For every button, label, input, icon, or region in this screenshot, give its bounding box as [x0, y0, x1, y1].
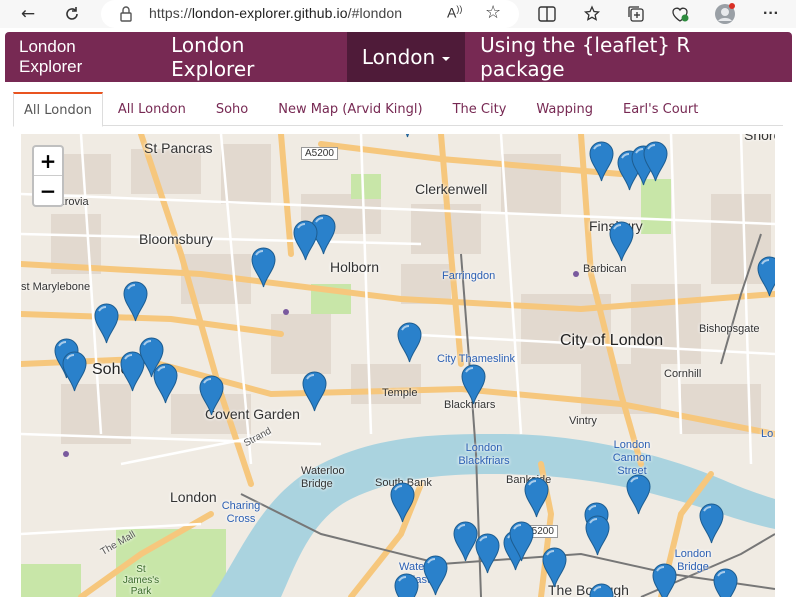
- map-marker-icon[interactable]: [474, 533, 500, 574]
- label-st-james-park: St James's Park: [122, 564, 160, 597]
- label-farringdon: Farringdon: [442, 270, 496, 282]
- map-marker-icon[interactable]: [541, 547, 567, 588]
- lock-icon: [120, 6, 132, 22]
- map-marker-icon[interactable]: [508, 521, 534, 562]
- url-text[interactable]: https://london-explorer.github.io/#londo…: [149, 5, 402, 21]
- label-bishopsgate: Bishopsgate: [699, 323, 760, 335]
- map-marker-icon[interactable]: [712, 568, 738, 597]
- map-marker-icon[interactable]: [608, 221, 634, 262]
- label-london-bridge: London Bridge: [674, 548, 712, 573]
- map-marker-icon[interactable]: [396, 322, 422, 363]
- map-marker-icon[interactable]: [393, 573, 419, 597]
- label-city-of-london: City of London: [560, 332, 664, 349]
- browser-toolbar: ← https://london-explorer.github.io/#lon…: [0, 0, 796, 28]
- label-marylebone: st Marylebone: [21, 281, 91, 293]
- tab-wapping[interactable]: Wapping: [521, 92, 608, 126]
- map-marker-icon[interactable]: [756, 256, 776, 297]
- map-marker-icon[interactable]: [642, 141, 668, 182]
- zoom-in-button[interactable]: +: [34, 147, 62, 176]
- map-marker-icon[interactable]: [625, 474, 651, 515]
- collections-icon[interactable]: [625, 3, 647, 25]
- tab-all-london[interactable]: All London: [103, 92, 201, 126]
- map-marker-icon[interactable]: [588, 141, 614, 182]
- label-london-edge: Lo: [761, 428, 774, 440]
- map-marker-icon[interactable]: [152, 363, 178, 404]
- address-bar[interactable]: https://london-explorer.github.io/#londo…: [101, 0, 519, 28]
- refresh-icon[interactable]: [61, 3, 83, 25]
- label-barbican: Barbican: [583, 263, 627, 275]
- map-marker-icon[interactable]: [389, 482, 415, 523]
- zoom-out-button[interactable]: −: [34, 176, 62, 205]
- map-marker-icon[interactable]: [250, 247, 276, 288]
- navbar-brand[interactable]: London Explorer: [5, 32, 156, 82]
- label-temple: Temple: [382, 387, 418, 399]
- tab-earls-court[interactable]: Earl's Court: [608, 92, 713, 126]
- caret-down-icon: [442, 56, 451, 61]
- more-menu-icon[interactable]: ···: [760, 3, 782, 25]
- favorites-icon[interactable]: [581, 3, 603, 25]
- label-london-blackfriars: London Blackfriars: [458, 442, 510, 467]
- map-marker-icon[interactable]: [198, 375, 224, 416]
- profile-avatar-icon[interactable]: [714, 3, 736, 25]
- url-host: london-explorer.github.io: [191, 5, 348, 21]
- label-cornhill: Cornhill: [664, 368, 702, 380]
- nav-item-label: London: [361, 45, 436, 69]
- nav-item-london-dropdown[interactable]: London: [346, 32, 466, 82]
- map-marker-icon[interactable]: [698, 503, 724, 544]
- url-path: /#london: [347, 5, 403, 21]
- label-london: London: [170, 489, 217, 505]
- nav-item-london-explorer[interactable]: London Explorer: [156, 32, 347, 82]
- map-marker-icon[interactable]: [395, 134, 420, 138]
- zoom-control: + −: [32, 145, 64, 207]
- map-marker-icon[interactable]: [651, 563, 677, 597]
- map-marker-icon[interactable]: [422, 555, 448, 596]
- map-marker-icon[interactable]: [122, 281, 148, 322]
- back-icon[interactable]: ←: [17, 3, 39, 25]
- split-screen-icon[interactable]: [536, 3, 558, 25]
- map-marker-icon[interactable]: [61, 351, 87, 392]
- browser-essentials-icon[interactable]: [669, 3, 691, 25]
- tab-new-map[interactable]: New Map (Arvid Kingl): [263, 92, 437, 126]
- map-marker-icon[interactable]: [301, 371, 327, 412]
- map-marker-icon[interactable]: [588, 583, 614, 597]
- label-clerkenwell: Clerkenwell: [415, 181, 488, 197]
- label-shoreditch: Shoredit: [744, 134, 775, 143]
- leaflet-map[interactable]: A5200 A5200 St Pancras Fitzrovia Bloomsb…: [21, 134, 775, 597]
- label-london-cannon-street: London Cannon Street: [612, 439, 652, 477]
- map-marker-icon[interactable]: [523, 477, 549, 518]
- tab-the-city[interactable]: The City: [438, 92, 522, 126]
- read-aloud-icon[interactable]: A)): [447, 4, 462, 21]
- map-marker-icon[interactable]: [93, 303, 119, 344]
- map-tabs: All London All London Soho New Map (Arvi…: [13, 92, 783, 127]
- map-marker-icon[interactable]: [292, 220, 318, 261]
- app-navbar: London Explorer London Explorer London U…: [5, 32, 792, 82]
- url-prefix: https://: [149, 5, 192, 21]
- map-marker-icon[interactable]: [460, 364, 486, 405]
- label-holborn: Holborn: [330, 259, 380, 275]
- tab-soho[interactable]: Soho: [201, 92, 263, 126]
- favorite-star-icon[interactable]: ☆: [485, 2, 501, 23]
- label-waterloo-bridge: Waterloo Bridge: [301, 465, 345, 490]
- road-badge-a5200: A5200: [301, 147, 338, 160]
- label-vintry: Vintry: [569, 415, 597, 427]
- label-st-pancras: St Pancras: [144, 140, 213, 156]
- nav-item-leaflet[interactable]: Using the {leaflet} R package: [465, 32, 792, 82]
- label-charing-cross: Charing Cross: [221, 500, 261, 525]
- label-bloomsbury: Bloomsbury: [139, 231, 213, 247]
- tab-all-london-active[interactable]: All London: [13, 92, 103, 127]
- map-marker-icon[interactable]: [584, 515, 610, 556]
